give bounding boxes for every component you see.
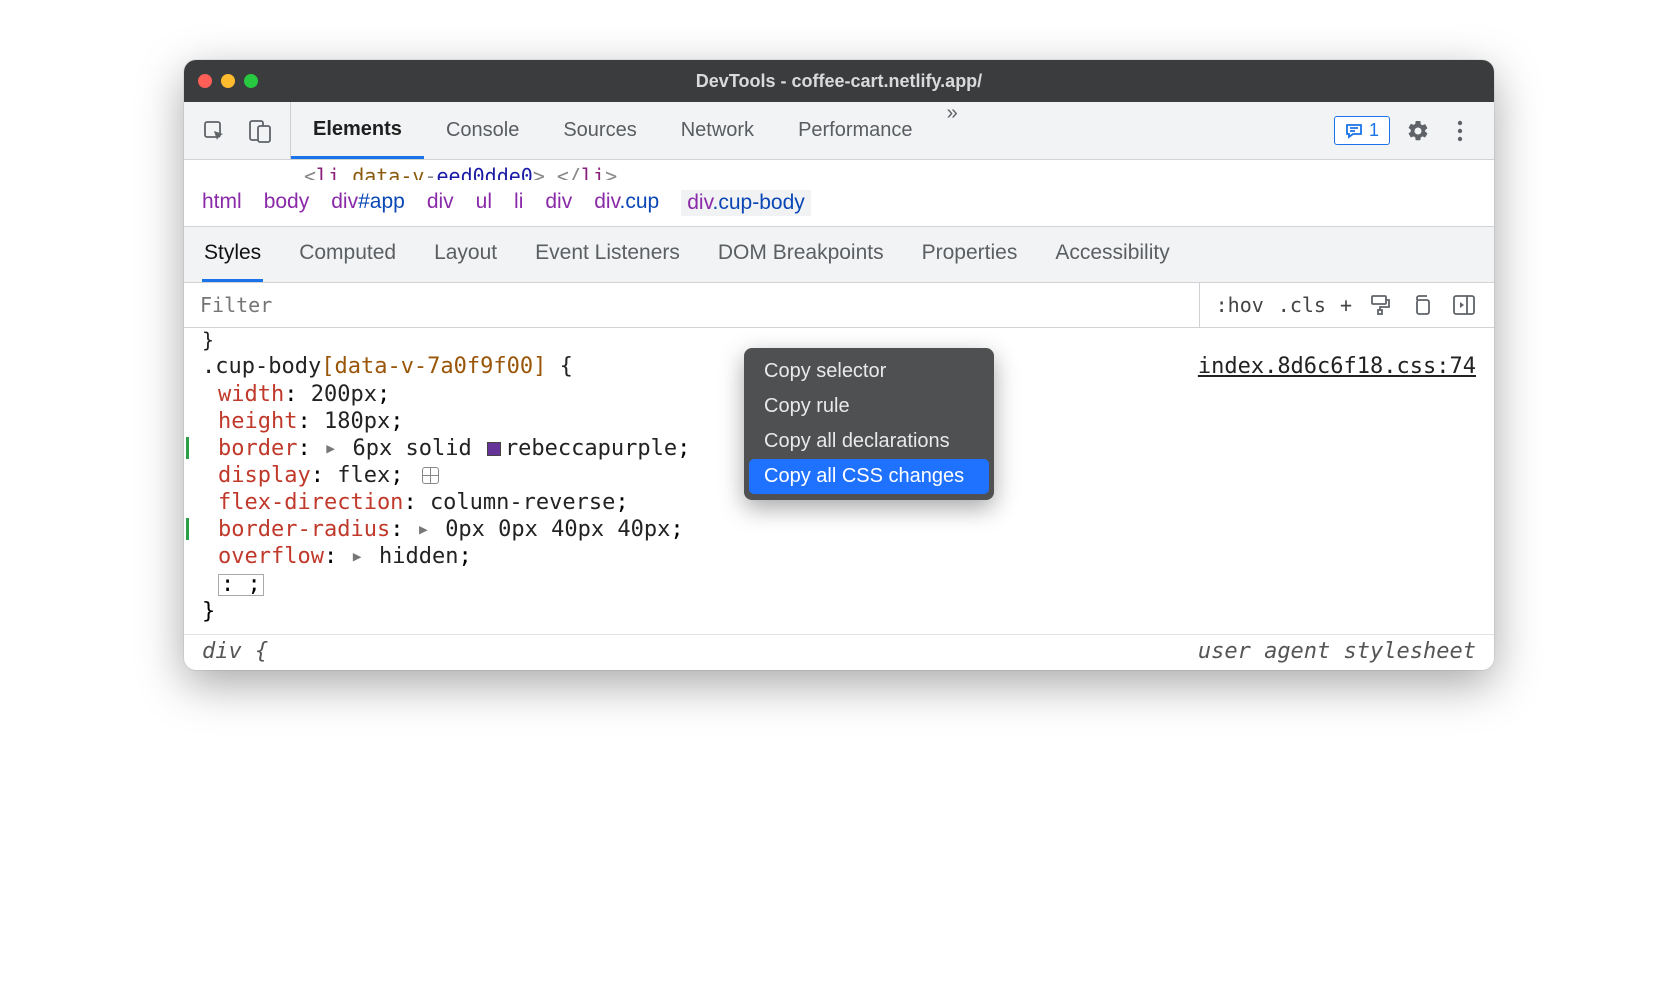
settings-icon[interactable] xyxy=(1404,117,1432,145)
subtab-dom-breakpoints[interactable]: DOM Breakpoints xyxy=(716,227,886,282)
issues-button[interactable]: 1 xyxy=(1334,116,1390,145)
css-declaration[interactable]: overflow: ▸ hidden; xyxy=(218,543,1480,570)
context-menu: Copy selector Copy rule Copy all declara… xyxy=(744,348,994,500)
close-window-icon[interactable] xyxy=(198,74,212,88)
filter-input[interactable] xyxy=(184,283,1200,327)
styles-subtabs: Styles Computed Layout Event Listeners D… xyxy=(184,227,1494,283)
ctx-copy-selector[interactable]: Copy selector xyxy=(744,354,994,389)
tab-network[interactable]: Network xyxy=(659,102,776,159)
window-title: DevTools - coffee-cart.netlify.app/ xyxy=(184,71,1494,92)
tab-console[interactable]: Console xyxy=(424,102,541,159)
css-selector[interactable]: .cup-body[data-v-7a0f9f00] { xyxy=(202,354,573,379)
toolbar-right: 1 xyxy=(1324,102,1494,159)
breadcrumb-item[interactable]: ul xyxy=(476,190,492,216)
select-element-icon[interactable] xyxy=(200,117,228,145)
breadcrumb-item[interactable]: div xyxy=(545,190,572,216)
user-agent-rule: div { user agent stylesheet xyxy=(184,634,1494,670)
subtab-computed[interactable]: Computed xyxy=(297,227,398,282)
inspect-tools xyxy=(184,102,291,159)
dom-tree-snippet[interactable]: <li data-v-eed0dde0>…</li> xyxy=(184,160,1494,180)
subtab-styles[interactable]: Styles xyxy=(202,227,263,282)
ctx-copy-all-css-changes[interactable]: Copy all CSS changes xyxy=(749,459,989,494)
new-rule-button[interactable]: + xyxy=(1340,293,1352,317)
subtab-layout[interactable]: Layout xyxy=(432,227,499,282)
subtab-event-listeners[interactable]: Event Listeners xyxy=(533,227,682,282)
cls-toggle[interactable]: .cls xyxy=(1278,293,1326,317)
copy-icon[interactable] xyxy=(1408,291,1436,319)
chat-icon xyxy=(1345,122,1363,140)
ctx-copy-all-declarations[interactable]: Copy all declarations xyxy=(744,424,994,459)
new-declaration-input[interactable]: : ; xyxy=(218,574,264,596)
main-toolbar: Elements Console Sources Network Perform… xyxy=(184,102,1494,160)
devtools-window: DevTools - coffee-cart.netlify.app/ Elem… xyxy=(184,60,1494,670)
titlebar: DevTools - coffee-cart.netlify.app/ xyxy=(184,60,1494,102)
breadcrumb-item[interactable]: div#app xyxy=(331,190,405,216)
tabs-overflow-icon[interactable]: » xyxy=(935,102,970,159)
minimize-window-icon[interactable] xyxy=(221,74,235,88)
breadcrumb-item[interactable]: body xyxy=(264,190,310,216)
breadcrumb-item[interactable]: div.cup xyxy=(594,190,659,216)
styles-filter-bar: :hov .cls + xyxy=(184,283,1494,328)
hov-toggle[interactable]: :hov xyxy=(1216,293,1264,317)
panel-toggle-icon[interactable] xyxy=(1450,291,1478,319)
breadcrumb-item[interactable]: div.cup-body xyxy=(681,190,811,216)
rule-close-brace: } xyxy=(184,599,1494,624)
filter-actions: :hov .cls + xyxy=(1200,291,1494,319)
breadcrumb-item[interactable]: li xyxy=(514,190,523,216)
css-declaration[interactable]: border-radius: ▸ 0px 0px 40px 40px; xyxy=(218,516,1480,543)
source-link[interactable]: index.8d6c6f18.css:74 xyxy=(1198,354,1476,379)
flex-badge-icon[interactable] xyxy=(422,467,439,484)
subtab-properties[interactable]: Properties xyxy=(920,227,1020,282)
main-tabs: Elements Console Sources Network Perform… xyxy=(291,102,1324,159)
styles-pane: } .cup-body[data-v-7a0f9f00] { index.8d6… xyxy=(184,328,1494,670)
paint-icon[interactable] xyxy=(1366,291,1394,319)
tab-performance[interactable]: Performance xyxy=(776,102,935,159)
zoom-window-icon[interactable] xyxy=(244,74,258,88)
breadcrumb-item[interactable]: html xyxy=(202,190,242,216)
breadcrumb-item[interactable]: div xyxy=(427,190,454,216)
ua-note: user agent stylesheet xyxy=(1198,639,1476,664)
tab-sources[interactable]: Sources xyxy=(541,102,658,159)
window-controls xyxy=(198,74,258,88)
subtab-accessibility[interactable]: Accessibility xyxy=(1053,227,1171,282)
breadcrumb: htmlbodydiv#appdivullidivdiv.cupdiv.cup-… xyxy=(184,180,1494,227)
ua-selector: div { xyxy=(202,639,268,664)
tab-elements[interactable]: Elements xyxy=(291,102,424,159)
color-swatch-icon[interactable] xyxy=(487,442,501,456)
ctx-copy-rule[interactable]: Copy rule xyxy=(744,389,994,424)
device-toolbar-icon[interactable] xyxy=(246,117,274,145)
kebab-menu-icon[interactable] xyxy=(1446,117,1474,145)
issues-count: 1 xyxy=(1369,120,1379,141)
